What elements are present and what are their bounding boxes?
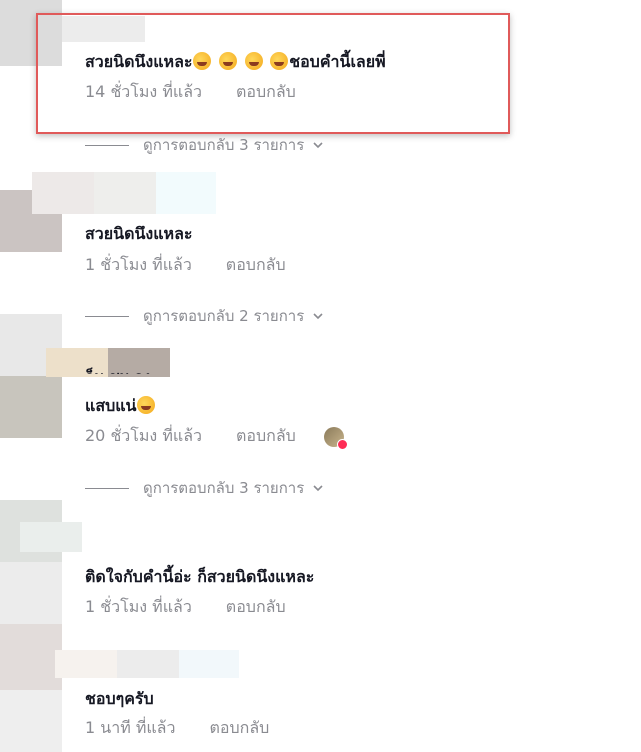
comment-text: สวยนิดนึงแหละ xyxy=(85,224,193,243)
creator-liked-avatar xyxy=(323,426,348,450)
comment-time: 1 นาที ที่แล้ว xyxy=(85,718,176,737)
reply-button[interactable]: ตอบกลับ xyxy=(226,253,286,278)
blurred-avatar xyxy=(0,690,62,752)
divider xyxy=(85,487,129,489)
reply-button[interactable]: ตอบกลับ xyxy=(226,595,286,620)
reply-button[interactable]: ตอบกลับ xyxy=(236,424,296,449)
sweat-smile-emoji xyxy=(137,396,156,414)
reply-button[interactable]: ตอบกลับ xyxy=(209,716,269,741)
blurred-username xyxy=(94,172,156,214)
blurred-username xyxy=(32,172,94,214)
blurred-username xyxy=(117,650,179,678)
blurred-username xyxy=(55,650,117,678)
highlight-box xyxy=(36,13,510,134)
comment-time: 20 ชั่วโมง ที่แล้ว xyxy=(85,426,202,445)
blurred-username xyxy=(179,650,239,678)
heart-icon xyxy=(336,438,348,450)
comment-meta: 1 นาที ที่แล้ว ตอบกลับ xyxy=(85,716,269,741)
chevron-down-icon xyxy=(313,485,323,492)
comment-text: แสบแน่ xyxy=(85,394,156,419)
blurred-avatar xyxy=(0,624,62,690)
divider xyxy=(85,315,129,317)
view-replies-button[interactable]: ดูการตอบกลับ 3 รายการ xyxy=(85,476,324,500)
blurred-username xyxy=(20,522,82,552)
view-replies-button[interactable]: ดูการตอบกลับ 2 รายการ xyxy=(85,304,324,328)
partial-username: ก็ม ชม จุง xyxy=(85,364,151,374)
divider xyxy=(85,144,129,146)
comment-time: 1 ชั่วโมง ที่แล้ว xyxy=(85,597,192,616)
comment-meta: 20 ชั่วโมง ที่แล้ว ตอบกลับ xyxy=(85,424,348,450)
chevron-down-icon xyxy=(313,313,323,320)
blurred-avatar xyxy=(0,562,62,624)
comment-text: ชอบๆครับ xyxy=(85,689,154,708)
chevron-down-icon xyxy=(313,142,323,149)
comment-time: 1 ชั่วโมง ที่แล้ว xyxy=(85,255,192,274)
comment-meta: 1 ชั่วโมง ที่แล้ว ตอบกลับ xyxy=(85,253,286,278)
comment-text: ติดใจกับคำนี้อ่ะ ก็สวยนิดนึงแหละ xyxy=(85,567,315,586)
blurred-username xyxy=(156,172,216,214)
comment-meta: 1 ชั่วโมง ที่แล้ว ตอบกลับ xyxy=(85,595,286,620)
view-replies-button[interactable]: ดูการตอบกลับ 3 รายการ xyxy=(85,133,324,157)
blurred-avatar xyxy=(0,376,62,438)
